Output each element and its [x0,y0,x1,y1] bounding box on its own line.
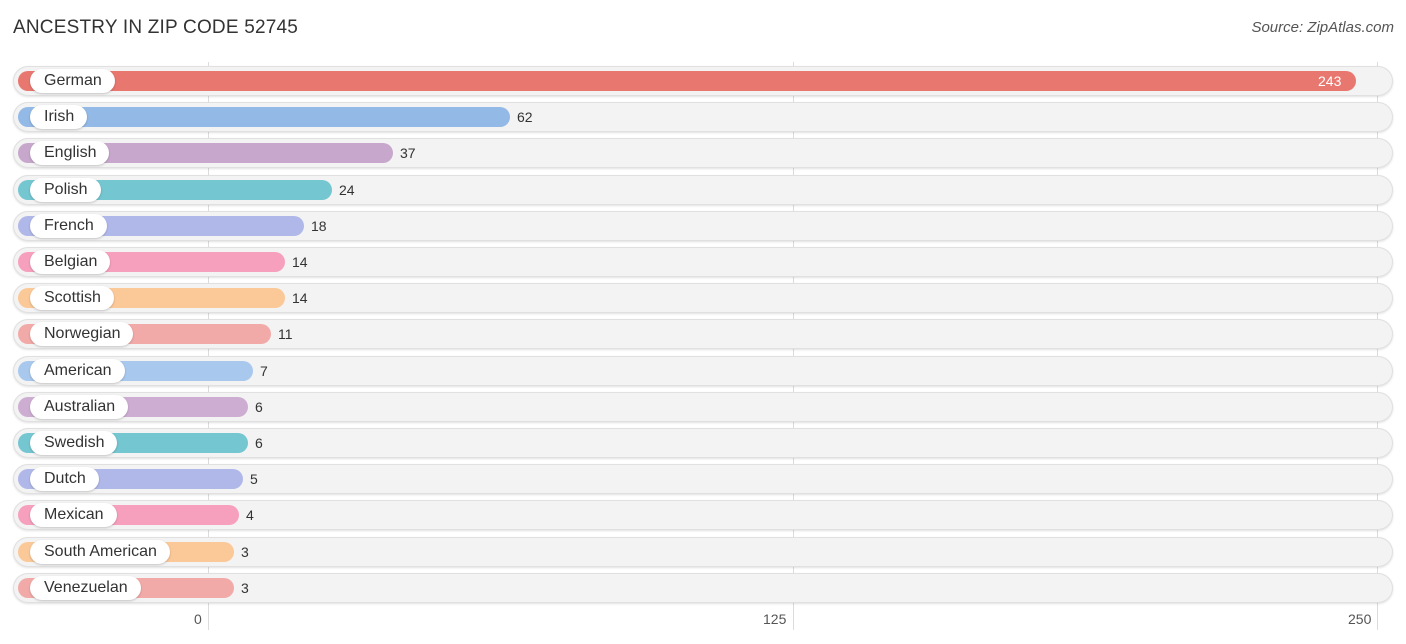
category-label: Dutch [30,467,99,491]
bar-irish[interactable] [18,107,510,127]
category-label: German [30,69,115,93]
value-label: 24 [339,182,355,198]
category-label: Scottish [30,286,114,310]
value-label: 14 [292,254,308,270]
x-tick-label: 125 [763,611,787,627]
x-tick-label: 250 [1348,611,1372,627]
value-label: 6 [255,399,263,415]
category-label: Irish [30,105,88,129]
value-label: 5 [250,471,258,487]
value-label: 243 [1318,73,1342,89]
category-label: Polish [30,178,101,202]
value-label: 18 [311,218,327,234]
value-label: 3 [241,580,249,596]
value-label: 37 [400,145,416,161]
category-label: English [30,141,110,165]
category-label: Venezuelan [30,576,141,600]
value-label: 3 [241,544,249,560]
category-label: Australian [30,395,129,419]
bar-chart: German 243 Irish 62 English 37 Polish 24 French 1… [0,0,1406,644]
category-label: American [30,359,125,383]
category-label: South American [30,540,170,564]
bar-german[interactable] [18,71,1356,91]
value-label: 62 [517,109,533,125]
value-label: 4 [246,507,254,523]
category-label: Belgian [30,250,111,274]
category-label: Norwegian [30,322,134,346]
value-label: 11 [278,326,293,342]
value-label: 6 [255,435,263,451]
value-label: 7 [260,363,268,379]
x-tick-label: 0 [194,611,202,627]
category-label: French [30,214,107,238]
category-label: Swedish [30,431,118,455]
category-label: Mexican [30,503,117,527]
value-label: 14 [292,290,308,306]
